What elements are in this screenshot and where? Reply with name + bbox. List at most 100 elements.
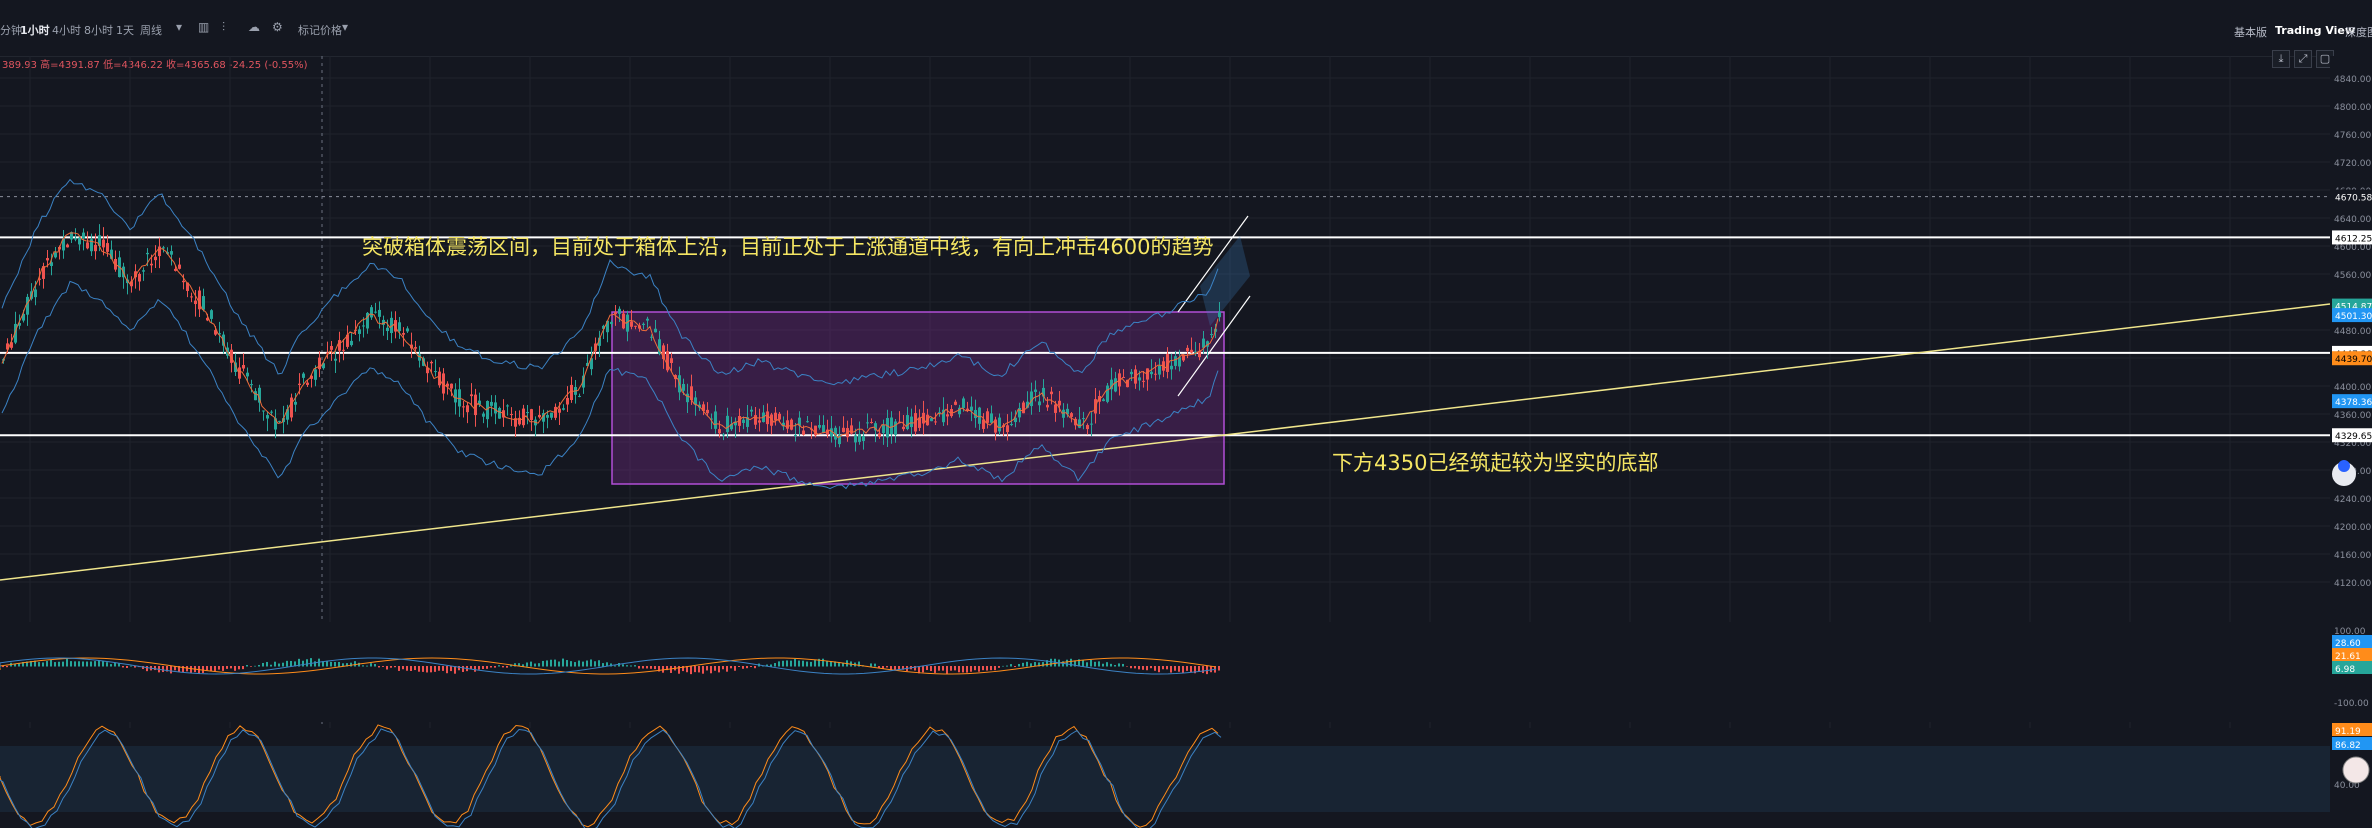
macd-bar	[962, 666, 964, 673]
candle-body	[718, 429, 721, 434]
candle-body	[1038, 401, 1041, 406]
candle-body	[634, 325, 637, 327]
candle-body	[1082, 418, 1085, 420]
macd-bar	[78, 661, 80, 667]
macd-bar	[390, 666, 392, 668]
interval-1[interactable]: 1小时	[20, 22, 50, 38]
macd-bar	[110, 664, 112, 667]
macd-bar	[1014, 666, 1016, 667]
macd-bar	[926, 666, 928, 671]
candle-style-icon[interactable]: ▥	[198, 20, 209, 34]
macd-bar	[202, 666, 204, 674]
macd-bar	[990, 666, 992, 671]
interval-5[interactable]: 周线	[140, 22, 162, 38]
macd-tick: -100.00	[2334, 699, 2369, 709]
basic-view-tab[interactable]: 基本版	[2234, 24, 2267, 40]
macd-bar	[922, 666, 924, 673]
candle-body	[402, 333, 405, 335]
macd-bar	[1026, 661, 1028, 667]
macd-bar	[154, 666, 156, 671]
candle-body	[766, 411, 769, 425]
candle-body	[882, 424, 885, 434]
price-label: 4378.36	[2335, 398, 2372, 408]
depth-chart-tab[interactable]: 深度图	[2345, 24, 2372, 40]
price-chart[interactable]: 突破箱体震荡区间，目前处于箱体上沿，目前正处于上涨通道中线，有向上冲击4600的…	[0, 56, 2372, 828]
candle-body	[454, 389, 457, 403]
macd-bar	[270, 664, 272, 667]
macd-bar	[554, 659, 556, 667]
macd-bar	[130, 665, 132, 667]
macd-bar	[558, 661, 560, 667]
macd-bar	[1106, 662, 1108, 667]
candle-body	[946, 414, 949, 417]
macd-bar	[122, 666, 124, 668]
candle-body	[754, 415, 757, 425]
settings-icon[interactable]: ⚙	[272, 20, 283, 34]
candle-body	[470, 394, 473, 397]
indicators-icon[interactable]: ⫶	[222, 20, 225, 35]
candle-body	[990, 413, 993, 423]
candle-body	[938, 412, 941, 414]
interval-4[interactable]: 1天	[116, 22, 134, 38]
macd-bar	[578, 660, 580, 667]
macd-bar	[326, 660, 328, 667]
interval-2[interactable]: 4小时	[52, 22, 81, 38]
macd-bar	[486, 666, 488, 669]
macd-bar	[806, 661, 808, 667]
candle-body	[706, 409, 709, 414]
candle-body	[338, 340, 341, 351]
candle-body	[202, 296, 205, 310]
macd-bar	[738, 666, 740, 667]
macd-bar	[502, 666, 504, 668]
chevron-down-icon[interactable]: ▾	[342, 20, 348, 34]
macd-bar	[1138, 666, 1140, 670]
macd-bar	[1162, 666, 1164, 670]
macd-bar	[774, 663, 776, 667]
macd-bar	[614, 665, 616, 667]
macd-bar	[94, 661, 96, 667]
macd-bar	[438, 666, 440, 671]
macd-bar	[730, 666, 732, 669]
tradingview-tab[interactable]: Trading View	[2275, 24, 2355, 37]
candle-body	[370, 307, 373, 318]
macd-bar	[590, 659, 592, 667]
macd-bar	[534, 663, 536, 667]
interval-3[interactable]: 8小时	[84, 22, 113, 38]
interval-dropdown-icon[interactable]: ▾	[176, 20, 182, 34]
macd-bar	[1118, 663, 1120, 667]
candle-body	[986, 411, 989, 423]
candle-body	[910, 416, 913, 428]
candle-body	[578, 395, 581, 397]
candle-body	[1010, 424, 1013, 426]
price-tick: 4800.00	[2334, 103, 2371, 113]
macd-bar	[62, 661, 64, 667]
candle-body	[330, 345, 333, 350]
macd-bar	[226, 666, 228, 669]
interval-0[interactable]: 分钟	[0, 22, 22, 38]
macd-bar	[498, 665, 500, 667]
macd-bar	[530, 661, 532, 667]
price-label: 4670.58	[2335, 194, 2372, 204]
macd-bar	[1098, 661, 1100, 667]
candle-body	[1170, 365, 1173, 370]
candle-body	[962, 398, 965, 408]
candle-body	[150, 263, 153, 266]
macd-bar	[1018, 663, 1020, 667]
candle-body	[262, 410, 265, 412]
mark-price-dropdown[interactable]: 标记价格	[298, 22, 342, 38]
candle-body	[94, 244, 97, 252]
macd-bar	[482, 666, 484, 670]
candle-body	[1142, 380, 1145, 382]
candle-body	[686, 393, 689, 403]
candle-body	[106, 243, 109, 252]
macd-bar	[950, 666, 952, 671]
macd-bar	[1202, 666, 1204, 674]
macd-bar	[802, 660, 804, 667]
cloud-icon[interactable]: ☁	[248, 20, 260, 34]
macd-bar	[710, 666, 712, 674]
candle-body	[302, 373, 305, 378]
candle-body	[1186, 347, 1189, 352]
macd-bar	[1134, 666, 1136, 669]
candle-body	[1174, 356, 1177, 366]
candle-body	[610, 321, 613, 325]
